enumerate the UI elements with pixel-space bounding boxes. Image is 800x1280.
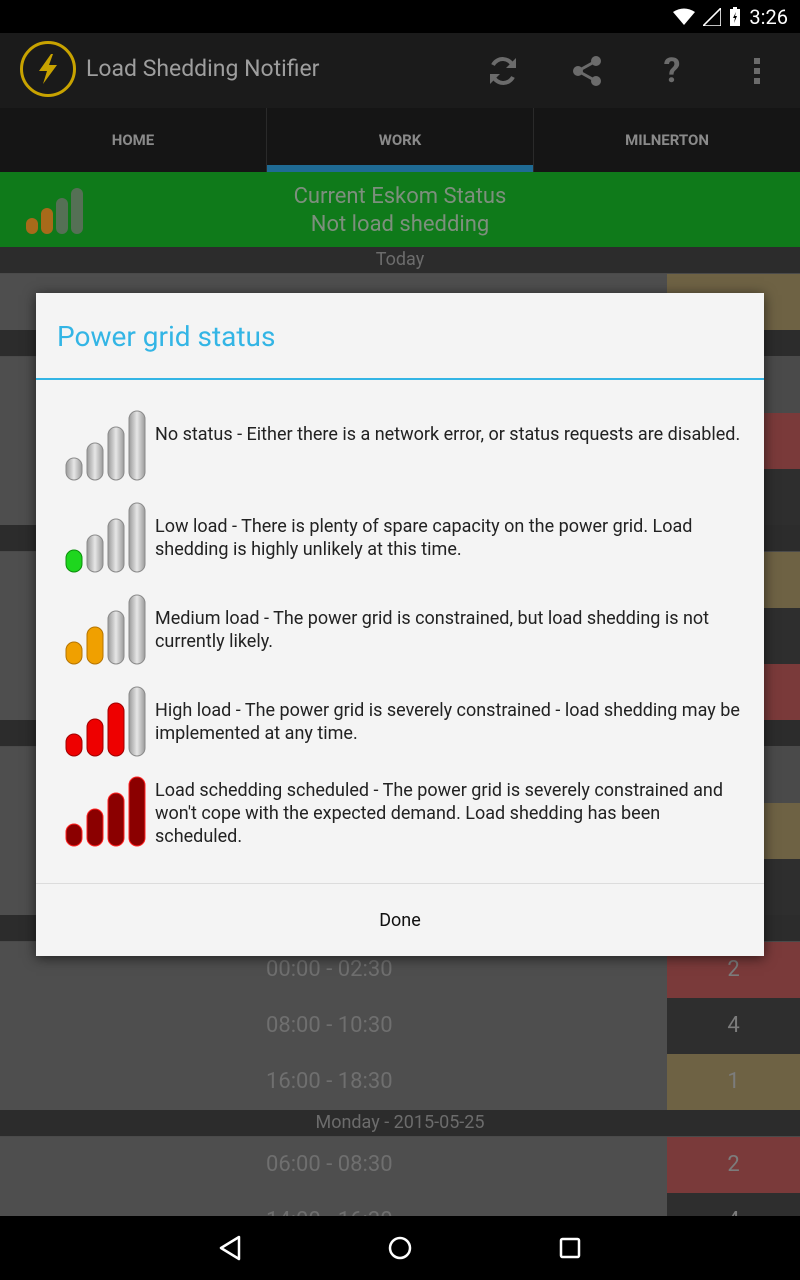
list-item[interactable]: 06:00 - 08:30 2 [0,1137,800,1193]
signal-bars-dark-red-icon [64,776,152,852]
list-item[interactable]: 16:00 - 18:30 1 [0,1054,800,1110]
tab-home[interactable]: HOME [0,108,267,172]
banner-status: Not load shedding [310,212,490,237]
stage-badge: 2 [667,1137,800,1193]
done-button[interactable]: Done [36,884,764,956]
tab-indicator [267,165,533,172]
slot-time: 16:00 - 18:30 [0,1054,667,1110]
signal-bars-grey-icon [64,410,152,486]
refresh-icon[interactable] [483,51,523,91]
day-header-today: Today [0,247,800,273]
navigation-bar [0,1216,800,1280]
dialog-title-divider [36,378,764,380]
legend-text: Load schedding scheduled - The power gri… [155,780,724,847]
battery-icon [729,6,741,27]
legend-text: High load - The power grid is severely c… [155,700,740,744]
signal-bars-green-icon [64,502,152,578]
banner-title: Current Eskom Status [293,184,507,209]
status-bar: 3:26 [0,0,800,33]
legend-text: No status - Either there is a network er… [155,424,741,445]
power-grid-status-dialog: Power grid status No status - Either the… [36,293,764,956]
clock: 3:26 [749,4,788,29]
signal-bars-orange-icon [64,594,152,670]
stage-badge: 4 [667,998,800,1054]
share-icon[interactable] [567,51,607,91]
legend-text: Low load - There is plenty of spare capa… [155,516,693,560]
app-logo-icon[interactable] [20,41,76,97]
slot-time: 08:00 - 10:30 [0,998,667,1054]
help-icon[interactable]: ? [652,51,692,91]
signal-bars-red-icon [64,686,152,762]
eskom-status-banner: Current Eskom Status Not load shedding [0,172,800,247]
list-item[interactable]: 08:00 - 10:30 4 [0,998,800,1054]
day-header-monday: Monday - 2015-05-25 [0,1110,800,1136]
dialog-title: Power grid status [57,320,276,353]
tab-milnerton[interactable]: MILNERTON [534,108,800,172]
app-title: Load Shedding Notifier [86,55,320,82]
home-icon[interactable] [380,1228,420,1268]
recents-icon[interactable] [550,1228,590,1268]
location-tabs: HOME WORK MILNERTON [0,108,800,172]
action-bar: Load Shedding Notifier ? [0,33,800,108]
legend-text: Medium load - The power grid is constrai… [155,608,710,652]
wifi-icon [673,8,696,26]
stage-badge: 1 [667,1054,800,1110]
tab-work[interactable]: WORK [267,108,534,172]
overflow-menu-icon[interactable] [737,51,777,91]
signal-icon [703,7,722,26]
back-icon[interactable] [210,1228,250,1268]
slot-time: 06:00 - 08:30 [0,1137,667,1193]
